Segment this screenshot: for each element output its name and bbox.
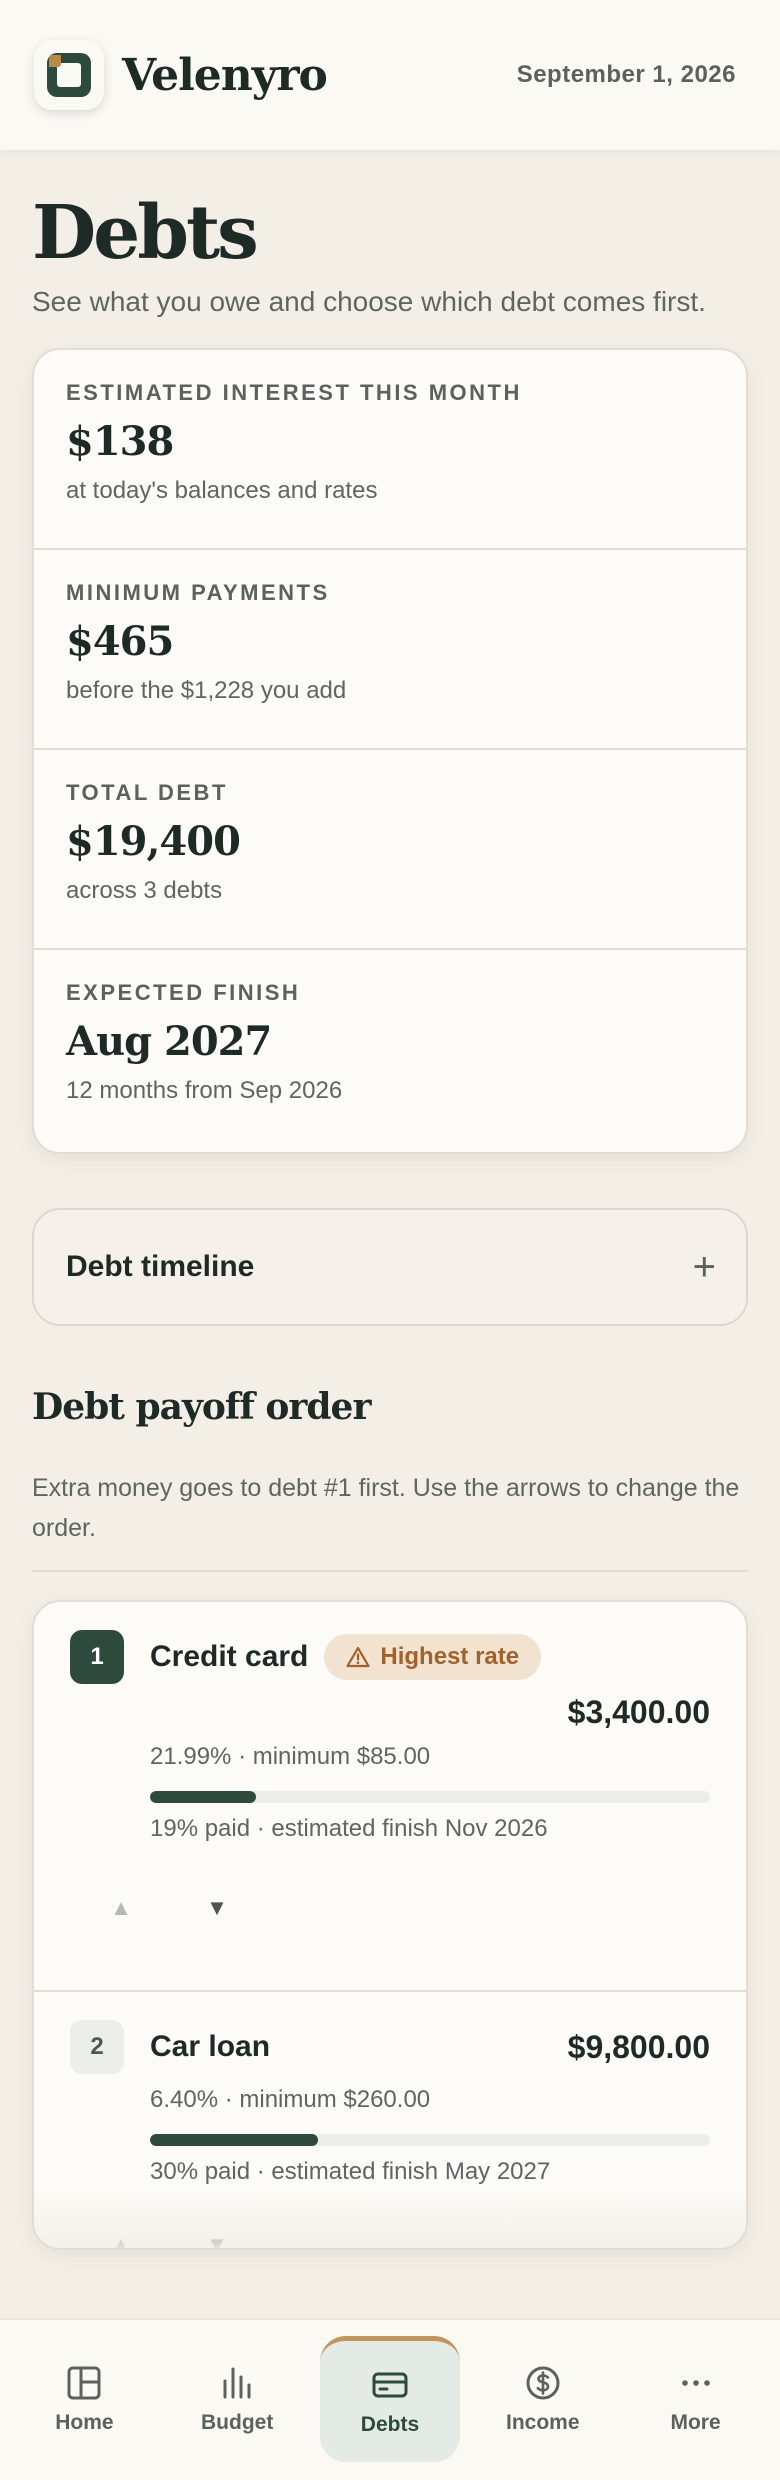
nav-debts[interactable]: Debts bbox=[319, 2336, 460, 2462]
debt-rate-minimum: 6.40% · minimum $260.00 bbox=[150, 2086, 431, 2113]
bottom-nav: Home Budget Debts Income More bbox=[0, 2318, 780, 2480]
stat-label: ESTIMATED INTEREST THIS MONTH bbox=[66, 380, 522, 405]
app-name: Velenyro bbox=[122, 49, 328, 101]
badge-label: Highest rate bbox=[380, 1643, 520, 1670]
highest-rate-badge: Highest rate bbox=[324, 1634, 542, 1680]
app-header: Velenyro September 1, 2026 bbox=[0, 0, 780, 150]
payoff-progress-fill bbox=[150, 1791, 257, 1803]
debt-body: Credit card Highest rate $3,400.00 21.99… bbox=[150, 1630, 710, 1843]
payoff-order-title: Debt payoff order bbox=[32, 1386, 371, 1428]
stat-value: $138 bbox=[66, 418, 174, 465]
dollar-coin-icon bbox=[526, 2366, 560, 2400]
app-logo bbox=[34, 40, 104, 110]
nav-label: Budget bbox=[201, 2411, 274, 2434]
stat-value: $465 bbox=[66, 618, 174, 665]
nav-income[interactable]: Income bbox=[473, 2320, 613, 2480]
stat-label: TOTAL DEBT bbox=[66, 780, 228, 805]
page-title: Debts bbox=[32, 190, 259, 276]
stat-note: 12 months from Sep 2026 bbox=[66, 1077, 343, 1104]
stat-label: EXPECTED FINISH bbox=[66, 980, 301, 1005]
stat-value: $19,400 bbox=[66, 818, 241, 865]
scroll-fade bbox=[34, 2188, 746, 2248]
stat-note: across 3 debts bbox=[66, 877, 223, 904]
stat-label: MINIMUM PAYMENTS bbox=[66, 580, 330, 605]
debt-name: Car loan bbox=[150, 2030, 271, 2063]
stat-minimum-payments: MINIMUM PAYMENTS $465 before the $1,228 … bbox=[34, 550, 746, 750]
debt-body: Car loan $9,800.00 6.40% · minimum $260.… bbox=[150, 2020, 710, 2186]
rank-badge: 2 bbox=[70, 2020, 124, 2074]
nav-label: Debts bbox=[360, 2412, 420, 2436]
debts-page: Debts See what you owe and choose which … bbox=[32, 150, 748, 2250]
nav-budget[interactable]: Budget bbox=[167, 2320, 307, 2480]
debt-progress-status: 19% paid · estimated finish Nov 2026 bbox=[150, 1815, 548, 1842]
reorder-controls: ▲ ▼ bbox=[106, 1893, 710, 1923]
debt-name: Credit card bbox=[150, 1640, 309, 1673]
debt-rate-minimum: 21.99% · minimum $85.00 bbox=[150, 1743, 431, 1770]
debt-balance: $9,800.00 bbox=[567, 2028, 710, 2065]
payoff-progress-bar bbox=[150, 1791, 710, 1803]
nav-label: More bbox=[670, 2411, 721, 2434]
stat-note: before the $1,228 you add bbox=[66, 677, 347, 704]
credit-card-icon bbox=[372, 2372, 408, 2397]
nav-home[interactable]: Home bbox=[14, 2320, 154, 2480]
plus-icon[interactable]: + bbox=[693, 1247, 716, 1287]
page-subtitle: See what you owe and choose which debt c… bbox=[32, 286, 706, 317]
bar-chart-icon bbox=[223, 2367, 251, 2399]
logo-mark bbox=[47, 53, 91, 97]
payoff-order-subtitle: Extra money goes to debt #1 first. Use t… bbox=[32, 1468, 748, 1572]
move-down-button[interactable]: ▼ bbox=[202, 1893, 232, 1923]
nav-label: Home bbox=[55, 2411, 114, 2434]
debt-header: Credit card Highest rate bbox=[150, 1630, 710, 1684]
debt-list: 1 Credit card Highest rate $3,400.00 21.… bbox=[32, 1600, 748, 2250]
debt-item-credit-card: 1 Credit card Highest rate $3,400.00 21.… bbox=[34, 1602, 746, 1992]
stat-value: Aug 2027 bbox=[66, 1018, 272, 1065]
stat-expected-finish: EXPECTED FINISH Aug 2027 12 months from … bbox=[34, 950, 746, 1152]
brand[interactable]: Velenyro bbox=[34, 40, 328, 110]
debt-progress-status: 30% paid · estimated finish May 2027 bbox=[150, 2158, 551, 2185]
stat-estimated-interest: ESTIMATED INTEREST THIS MONTH $138 at to… bbox=[34, 350, 746, 550]
rank-badge: 1 bbox=[70, 1630, 124, 1684]
home-grid-icon bbox=[67, 2366, 101, 2400]
stat-total-debt: TOTAL DEBT $19,400 across 3 debts bbox=[34, 750, 746, 950]
debt-timeline-label: Debt timeline bbox=[66, 1250, 255, 1283]
summary-card: ESTIMATED INTEREST THIS MONTH $138 at to… bbox=[32, 348, 748, 1154]
debt-balance: $3,400.00 bbox=[567, 1694, 710, 1730]
debt-header: Car loan $9,800.00 bbox=[150, 2020, 710, 2074]
nav-label: Income bbox=[506, 2411, 580, 2434]
nav-more[interactable]: More bbox=[626, 2320, 766, 2480]
more-dots-icon bbox=[681, 2380, 710, 2386]
payoff-progress-fill bbox=[150, 2134, 318, 2146]
header-date: September 1, 2026 bbox=[516, 61, 736, 88]
move-up-button[interactable]: ▲ bbox=[106, 1893, 136, 1923]
payoff-progress-bar bbox=[150, 2134, 710, 2146]
stat-note: at today's balances and rates bbox=[66, 477, 378, 504]
debt-timeline-toggle[interactable]: Debt timeline + bbox=[32, 1208, 748, 1326]
warning-icon bbox=[346, 1646, 370, 1668]
